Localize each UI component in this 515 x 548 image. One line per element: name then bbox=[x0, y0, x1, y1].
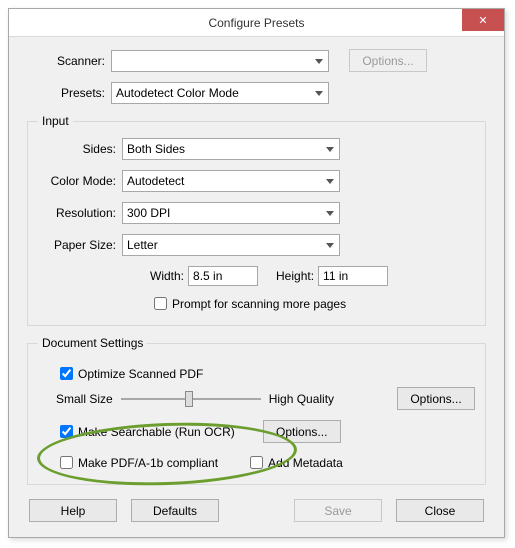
scanner-select[interactable]: Please select a device bbox=[111, 50, 329, 72]
papersize-label: Paper Size: bbox=[38, 238, 122, 252]
defaults-button[interactable]: Defaults bbox=[131, 499, 219, 522]
width-input[interactable] bbox=[188, 266, 258, 286]
close-icon: ✕ bbox=[478, 14, 487, 27]
button-bar: Help Defaults Save Close bbox=[27, 499, 486, 522]
scanner-options-button: Options... bbox=[349, 49, 427, 72]
resolution-select[interactable]: 300 DPI bbox=[122, 202, 340, 224]
add-metadata-label: Add Metadata bbox=[268, 456, 343, 470]
optimize-checkbox[interactable] bbox=[60, 367, 73, 380]
dialog-content: Scanner: Please select a device Options.… bbox=[9, 37, 504, 534]
height-label: Height: bbox=[276, 269, 314, 283]
sides-label: Sides: bbox=[38, 142, 122, 156]
window-title: Configure Presets bbox=[208, 16, 304, 30]
make-pdfa-checkbox[interactable] bbox=[60, 456, 73, 469]
add-metadata-checkbox[interactable] bbox=[250, 456, 263, 469]
save-button: Save bbox=[294, 499, 382, 522]
slider-thumb[interactable] bbox=[185, 391, 193, 407]
input-legend: Input bbox=[38, 114, 73, 128]
width-label: Width: bbox=[150, 269, 184, 283]
docsettings-legend: Document Settings bbox=[38, 336, 147, 350]
close-window-button[interactable]: ✕ bbox=[462, 9, 504, 31]
sides-select[interactable]: Both Sides bbox=[122, 138, 340, 160]
ocr-options-button[interactable]: Options... bbox=[263, 420, 341, 443]
quality-slider[interactable] bbox=[121, 389, 261, 409]
presets-label: Presets: bbox=[27, 86, 111, 100]
help-button[interactable]: Help bbox=[29, 499, 117, 522]
close-button[interactable]: Close bbox=[396, 499, 484, 522]
input-group: Input Sides: Both Sides Color Mode: Auto… bbox=[27, 114, 486, 326]
resolution-label: Resolution: bbox=[38, 206, 122, 220]
highquality-label: High Quality bbox=[269, 392, 334, 406]
make-searchable-checkbox[interactable] bbox=[60, 425, 73, 438]
prompt-more-checkbox[interactable] bbox=[154, 297, 167, 310]
presets-select[interactable]: Autodetect Color Mode bbox=[111, 82, 329, 104]
scanner-label: Scanner: bbox=[27, 54, 111, 68]
smallsize-label: Small Size bbox=[56, 392, 113, 406]
quality-options-button[interactable]: Options... bbox=[397, 387, 475, 410]
dialog-window: Configure Presets ✕ Scanner: Please sele… bbox=[8, 8, 505, 538]
make-pdfa-label: Make PDF/A-1b compliant bbox=[78, 456, 218, 470]
titlebar: Configure Presets ✕ bbox=[9, 9, 504, 37]
document-settings-group: Document Settings Optimize Scanned PDF S… bbox=[27, 336, 486, 485]
colormode-label: Color Mode: bbox=[38, 174, 122, 188]
papersize-select[interactable]: Letter bbox=[122, 234, 340, 256]
colormode-select[interactable]: Autodetect bbox=[122, 170, 340, 192]
height-input[interactable] bbox=[318, 266, 388, 286]
make-searchable-label: Make Searchable (Run OCR) bbox=[78, 425, 235, 439]
prompt-more-label: Prompt for scanning more pages bbox=[172, 297, 346, 311]
optimize-label: Optimize Scanned PDF bbox=[78, 367, 203, 381]
